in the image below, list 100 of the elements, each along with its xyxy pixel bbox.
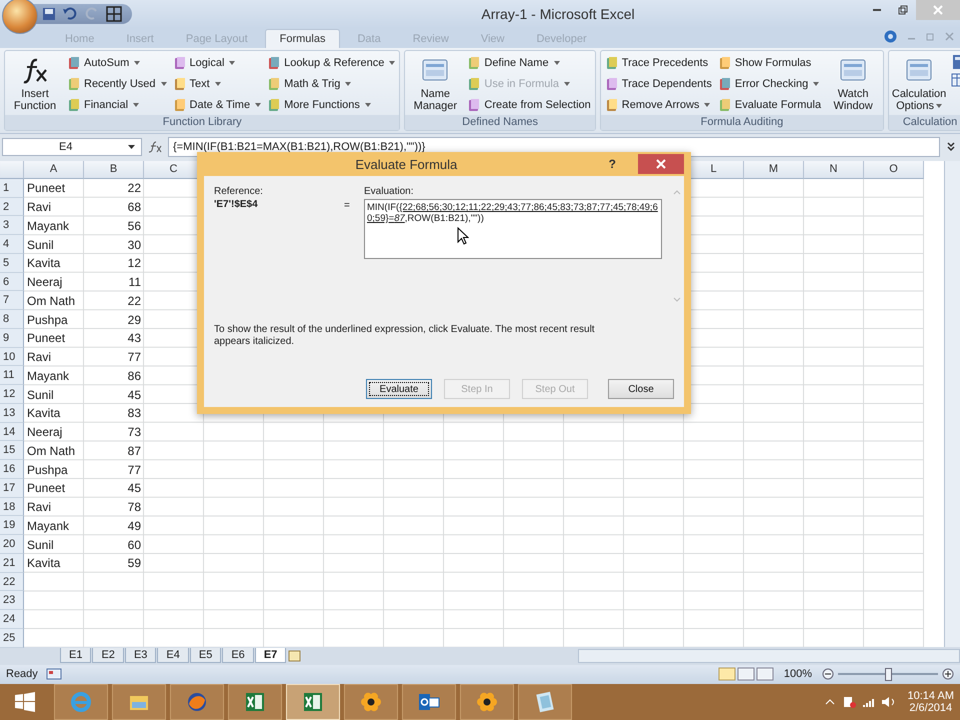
row-header[interactable]: 23 (0, 591, 24, 610)
spreadsheet-icon (243, 690, 267, 714)
name-box[interactable]: E4 (2, 138, 142, 156)
sheet-tab[interactable]: E4 (157, 648, 189, 664)
table-cell-text: Om Nath (26, 442, 76, 460)
ribbon-button[interactable]: Error Checking (718, 74, 822, 94)
row-header[interactable]: 7 (0, 291, 24, 310)
group-title: Defined Names (405, 114, 595, 130)
ribbon-button[interactable]: Recently Used (67, 74, 167, 94)
taskbar-button[interactable] (402, 684, 456, 720)
new-sheet-icon[interactable] (287, 650, 304, 662)
help-icon[interactable] (884, 30, 897, 43)
view-buttons-icon[interactable] (718, 667, 774, 682)
ribbon-tab[interactable]: Formulas (264, 28, 340, 48)
sheet-tab[interactable]: E1 (60, 648, 92, 664)
table-cell-text: 22 (126, 292, 142, 310)
horizontal-scrollbar[interactable] (578, 648, 960, 663)
ribbon-button[interactable]: Calculation Options (893, 54, 946, 114)
spreadsheet-icon (301, 690, 325, 714)
column-header[interactable]: A (24, 160, 84, 179)
ribbon-button[interactable]: Math & Trig (267, 74, 396, 94)
column-header[interactable]: O (864, 160, 924, 179)
row-header[interactable]: 1 (0, 178, 24, 198)
help-button[interactable]: ? (608, 157, 616, 171)
row-header[interactable]: 11 (0, 366, 24, 386)
reference-value: 'E7'!$E$4 (214, 199, 259, 210)
sheet-tab[interactable]: E6 (222, 648, 254, 664)
ribbon-button[interactable]: Define Name (467, 54, 591, 72)
row-header[interactable]: 4 (0, 235, 24, 254)
ribbon-button[interactable]: Financial (67, 96, 167, 114)
row-header[interactable]: 10 (0, 348, 24, 366)
evaluation-field[interactable]: MIN(IF({22;68;56;30;12;11;22;29;43;77;86;45;83;73;87;77;45;78;49;60;59}=87,ROW(B1:B21),"")) (364, 199, 662, 259)
dialog-button[interactable]: Evaluate (366, 379, 432, 399)
row-header[interactable]: 3 (0, 216, 24, 236)
row-header[interactable]: 12 (0, 385, 24, 404)
ribbon-button[interactable]: Logical (172, 54, 262, 72)
vertical-scrollbar[interactable] (944, 160, 960, 647)
taskbar-button[interactable] (286, 684, 340, 720)
grid-icon[interactable] (106, 6, 122, 22)
table-cell-text: Neeraj (26, 274, 64, 292)
row-header[interactable]: 22 (0, 572, 24, 592)
row-header[interactable]: 21 (0, 554, 24, 573)
expand-icon[interactable] (946, 142, 956, 152)
row-header[interactable]: 17 (0, 478, 24, 498)
ribbon-button[interactable]: Text (172, 74, 262, 94)
ribbon-button[interactable]: Lookup & Reference (267, 54, 396, 72)
row-header[interactable]: 16 (0, 460, 24, 479)
ribbon-button[interactable]: Evaluate Formula (718, 96, 822, 114)
undo-icon[interactable] (62, 7, 78, 21)
book-icon (718, 98, 732, 112)
row-header[interactable]: 15 (0, 441, 24, 460)
table-cell-text: Sunil (26, 386, 55, 404)
sheet-tab[interactable]: E2 (92, 648, 124, 664)
column-header[interactable]: B (84, 160, 144, 179)
save-icon[interactable] (42, 7, 56, 21)
taskbar-button[interactable] (228, 684, 282, 720)
group-title: Function Library (5, 114, 400, 130)
row-header[interactable]: 24 (0, 610, 24, 629)
table-cell-text: Ravi (26, 499, 52, 516)
row-header[interactable]: 25 (0, 628, 24, 648)
ribbon-button[interactable]: Trace Dependents (604, 74, 712, 94)
windows-icon[interactable] (14, 691, 36, 713)
row-header[interactable]: 2 (0, 198, 24, 216)
taskbar-button[interactable] (518, 684, 572, 720)
row-header[interactable]: 18 (0, 498, 24, 516)
sheet-tab[interactable]: E3 (124, 648, 156, 664)
close-button[interactable] (638, 154, 684, 174)
zoom-in-icon[interactable] (942, 668, 954, 680)
ribbon-button[interactable]: Show Formulas (718, 54, 822, 72)
dialog-button[interactable]: Close (608, 379, 674, 399)
function-icon[interactable] (148, 141, 162, 154)
row-header[interactable]: 19 (0, 516, 24, 536)
ribbon-button[interactable]: Watch Window (827, 54, 880, 114)
zoom-out-icon[interactable] (822, 668, 834, 680)
ribbon-button[interactable]: Date & Time (172, 96, 262, 114)
column-header[interactable]: N (804, 160, 864, 179)
row-header[interactable]: 20 (0, 535, 24, 554)
macro-icon[interactable] (46, 668, 62, 680)
row-header[interactable]: 14 (0, 422, 24, 442)
ribbon-button[interactable]: Name Manager (409, 54, 462, 114)
zoom-slider-thumb[interactable] (884, 668, 892, 681)
row-header[interactable]: 13 (0, 404, 24, 423)
ribbon-button[interactable]: Remove Arrows (604, 96, 712, 114)
sheet-tab[interactable]: E7 (254, 648, 286, 664)
row-header[interactable]: 9 (0, 328, 24, 348)
row-header[interactable]: 8 (0, 310, 24, 329)
ribbon-button[interactable]: Create from Selection (467, 96, 591, 114)
zoom-level[interactable]: 100% (784, 668, 812, 680)
office-button[interactable] (2, 0, 38, 34)
taskbar-button[interactable] (170, 684, 224, 720)
row-header[interactable]: 6 (0, 272, 24, 292)
sheet-tab[interactable]: E5 (190, 648, 222, 664)
ribbon-button[interactable]: Trace Precedents (604, 54, 712, 72)
ribbon-button[interactable]: More Functions (267, 96, 396, 114)
book-icon (172, 77, 187, 91)
caret-icon[interactable] (128, 145, 135, 150)
ribbon-button[interactable]: AutoSum (67, 54, 167, 72)
row-header[interactable]: 5 (0, 254, 24, 273)
ribbon-button[interactable]: Insert Function (9, 54, 61, 114)
column-header[interactable]: M (744, 160, 804, 179)
